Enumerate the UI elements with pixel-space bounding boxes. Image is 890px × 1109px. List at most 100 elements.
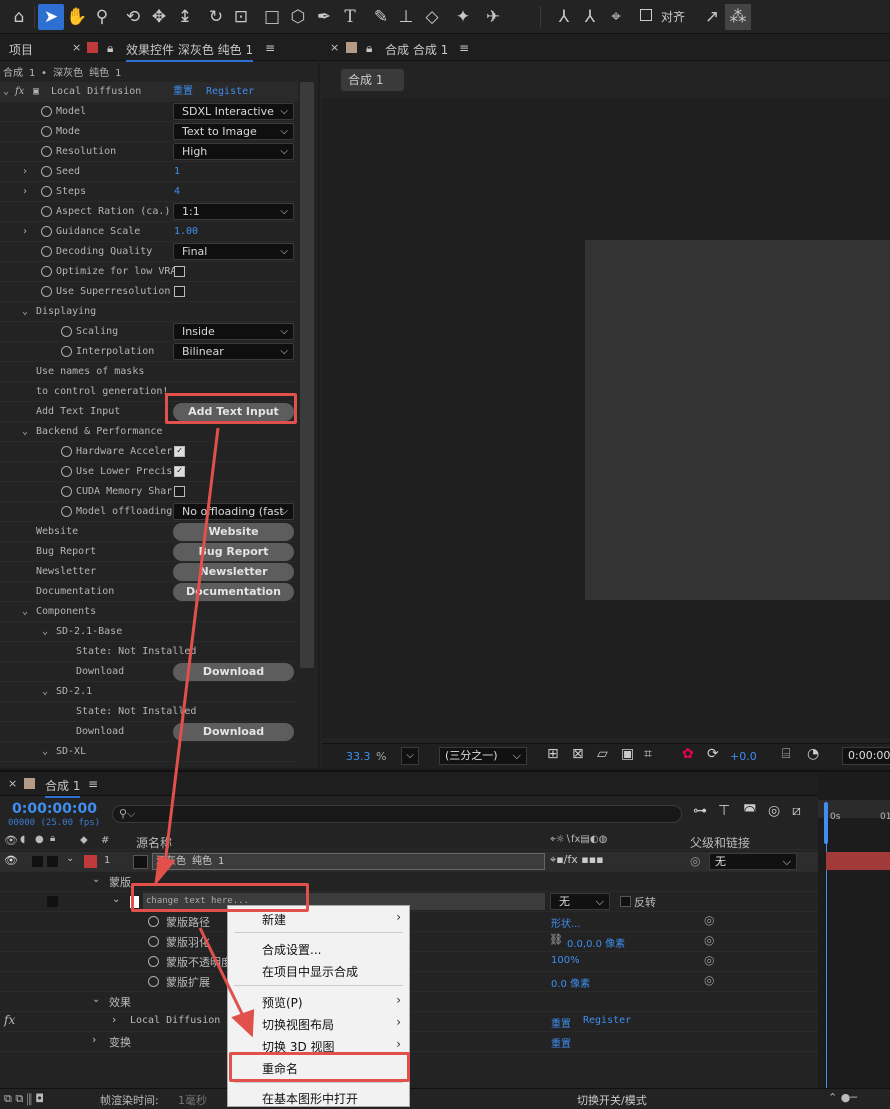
menu-item-new[interactable]: 新建 (262, 911, 286, 928)
stopwatch-icon[interactable] (61, 506, 72, 517)
bug-report-button[interactable]: Bug Report (173, 543, 294, 561)
toggle-switches-modes[interactable]: 切换开关/模式 (577, 1092, 647, 1108)
anchor-tool-icon[interactable]: ⊡ (228, 4, 254, 30)
show-snapshot-icon[interactable]: ◔ (807, 746, 819, 762)
collapse-icon[interactable]: ⌄ (22, 602, 28, 621)
layer-bar[interactable] (826, 852, 890, 870)
hw-accel-checkbox[interactable]: ✓ (174, 446, 185, 457)
layer-switches[interactable]: ⌖▪∕fx ▪▪▪ (550, 853, 604, 867)
comp-subtab[interactable]: 合成 1 (341, 69, 404, 91)
fx-icon[interactable]: fx (4, 1013, 15, 1027)
stopwatch-icon[interactable] (41, 226, 52, 237)
aspect-dropdown[interactable]: 1:1 ⌵ (173, 203, 294, 220)
cuda-memory-checkbox[interactable] (174, 486, 185, 497)
stopwatch-icon[interactable] (148, 936, 159, 947)
menu-item-preview[interactable]: 预览(P) (262, 994, 303, 1011)
collapse-icon[interactable]: ⌄ (22, 422, 28, 441)
axis-local-icon[interactable]: ⅄ (551, 4, 577, 30)
stopwatch-icon[interactable] (61, 346, 72, 357)
register-link[interactable]: Register (583, 1015, 631, 1026)
documentation-button[interactable]: Documentation (173, 583, 294, 601)
stopwatch-icon[interactable] (41, 286, 52, 297)
timeline-timecode[interactable]: 0:00:00:00 (12, 801, 97, 817)
resolution-dropdown[interactable]: High ⌵ (173, 143, 294, 160)
menu-item-switch-layout[interactable]: 切换视图布局 (262, 1016, 334, 1033)
parent-header[interactable]: 父级和链接 (690, 834, 750, 851)
download-button[interactable]: Download (173, 663, 294, 681)
stopwatch-icon[interactable] (41, 246, 52, 257)
expand-icon[interactable]: › (112, 1013, 116, 1026)
panel-menu-icon[interactable]: ≡ (88, 777, 98, 791)
menu-item-comp-settings[interactable]: 合成设置... (262, 941, 321, 958)
stopwatch-icon[interactable] (41, 186, 52, 197)
rectangle-tool-icon[interactable]: □ (259, 4, 285, 30)
register-link[interactable]: Register (206, 82, 254, 101)
newsletter-button[interactable]: Newsletter (173, 563, 294, 581)
type-tool-icon[interactable]: T (337, 4, 363, 30)
superres-checkbox[interactable] (174, 286, 185, 297)
home-icon[interactable]: ⌂ (6, 4, 32, 30)
steps-value[interactable]: 4 (174, 182, 180, 201)
pan-camera-icon[interactable]: ✥ (146, 4, 172, 30)
rotate-tool-icon[interactable]: ↻ (203, 4, 229, 30)
menu-item-open-essential-graphics[interactable]: 在基本图形中打开 (262, 1090, 358, 1107)
collapse-icon[interactable]: ⌄ (92, 874, 100, 885)
axis-view-icon[interactable]: ⌖ (603, 4, 629, 30)
guidance-value[interactable]: 1.00 (174, 222, 198, 241)
solo-icon[interactable]: ● (35, 834, 44, 845)
layer-name-field[interactable]: 深灰色 纯色 1 (152, 853, 545, 870)
collapse-icon[interactable]: ⌄ (42, 622, 48, 641)
layer-label-color[interactable] (84, 855, 97, 868)
stopwatch-icon[interactable] (61, 486, 72, 497)
link-icon[interactable]: ⛓ (549, 933, 563, 946)
label-tag-icon[interactable]: ⬥ (80, 833, 88, 847)
offloading-dropdown[interactable]: No offloading (fast ⌵ (173, 503, 294, 520)
expand-icon[interactable]: › (22, 182, 28, 201)
collapse-icon[interactable]: ⌄ (92, 994, 100, 1005)
close-icon[interactable]: × (72, 41, 81, 54)
effect-panel-scrollbar[interactable] (300, 82, 314, 668)
exposure-value[interactable]: +0.0 (730, 750, 757, 763)
stopwatch-icon[interactable] (61, 326, 72, 337)
expand-icon[interactable]: › (92, 1033, 96, 1046)
current-time[interactable]: 0:00:00: (842, 747, 890, 765)
mask-feather-value[interactable]: 0.0,0.0 像素 (567, 935, 625, 950)
lock-icon[interactable]: 🔒︎ (366, 41, 372, 56)
mode-dropdown[interactable]: Text to Image ⌵ (173, 123, 294, 140)
timeline-search-input[interactable]: ⚲⌵ (112, 805, 682, 823)
selection-tool-icon[interactable]: ➤ (38, 4, 64, 30)
align-checkbox[interactable] (640, 9, 652, 21)
zoom-tool-icon[interactable]: ⚲ (89, 4, 115, 30)
optimize-checkbox[interactable] (174, 266, 185, 277)
footer-toggle-icons[interactable]: ⧉ ⧉ ⫼ ◘ (4, 1092, 44, 1106)
hand-tool-icon[interactable]: ✋ (64, 4, 90, 30)
eye-icon[interactable]: 👁︎ (4, 854, 18, 867)
masks-group-row[interactable]: ⌄ 蒙版 (0, 872, 818, 892)
expand-icon[interactable]: › (22, 162, 28, 181)
model-dropdown[interactable]: SDXL Interactive ⌵ (173, 103, 294, 120)
lock-toggle[interactable] (47, 896, 58, 907)
lock-toggle[interactable] (47, 856, 58, 867)
lock-icon[interactable]: 🔒︎ (50, 833, 55, 844)
pickwhip-icon[interactable]: ◎ (704, 973, 714, 987)
grid-guides-icon[interactable]: ⌗ (644, 746, 652, 762)
parent-dropdown[interactable]: 无 ⌵ (709, 853, 797, 870)
collapse-icon[interactable]: ⌄ (3, 82, 9, 101)
snapshot-icon[interactable]: ⌸ (782, 746, 790, 762)
snap-icon[interactable]: ↗ (699, 4, 725, 30)
brush-tool-icon[interactable]: ✎ (368, 4, 394, 30)
decoding-dropdown[interactable]: Final ⌵ (173, 243, 294, 260)
tab-composition[interactable]: 合成 合成 1 (385, 41, 448, 58)
lower-precision-checkbox[interactable]: ✓ (174, 466, 185, 477)
reset-link[interactable]: 重置 (551, 1015, 571, 1030)
graph-editor-icon[interactable]: ⧄ (792, 803, 801, 819)
collapse-icon[interactable]: ⌄ (22, 302, 28, 321)
roto-brush-icon[interactable]: ✦ (450, 4, 476, 30)
draft-3d-icon[interactable]: ⊤ (718, 803, 730, 819)
pen-tool-icon[interactable]: ✒ (311, 4, 337, 30)
close-icon[interactable]: × (330, 41, 339, 54)
seed-value[interactable]: 1 (174, 162, 180, 181)
eye-icon[interactable]: 👁︎ (4, 834, 18, 847)
panel-menu-icon[interactable]: ≡ (265, 41, 275, 55)
stopwatch-icon[interactable] (61, 466, 72, 477)
